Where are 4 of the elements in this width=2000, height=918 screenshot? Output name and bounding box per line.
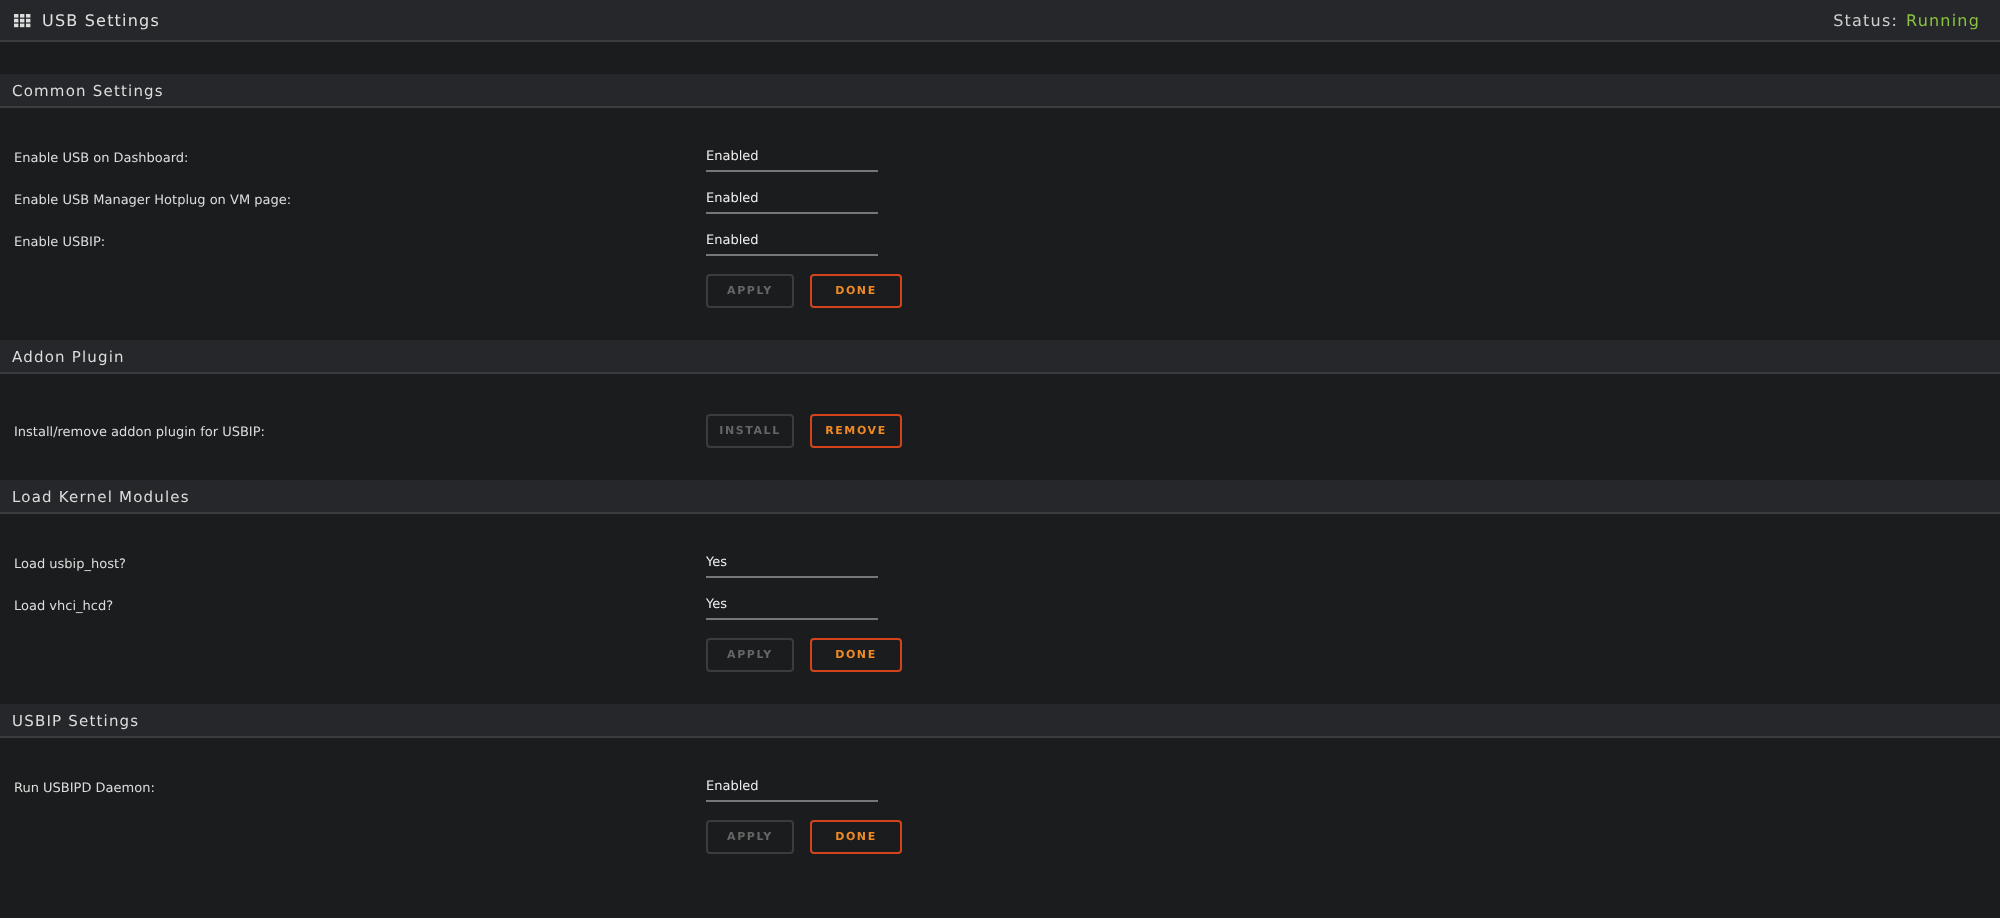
status-value: Running (1906, 11, 1980, 29)
status-label: Status: (1833, 11, 1899, 29)
grid-icon (14, 13, 32, 27)
page-title: USB Settings (42, 11, 160, 29)
